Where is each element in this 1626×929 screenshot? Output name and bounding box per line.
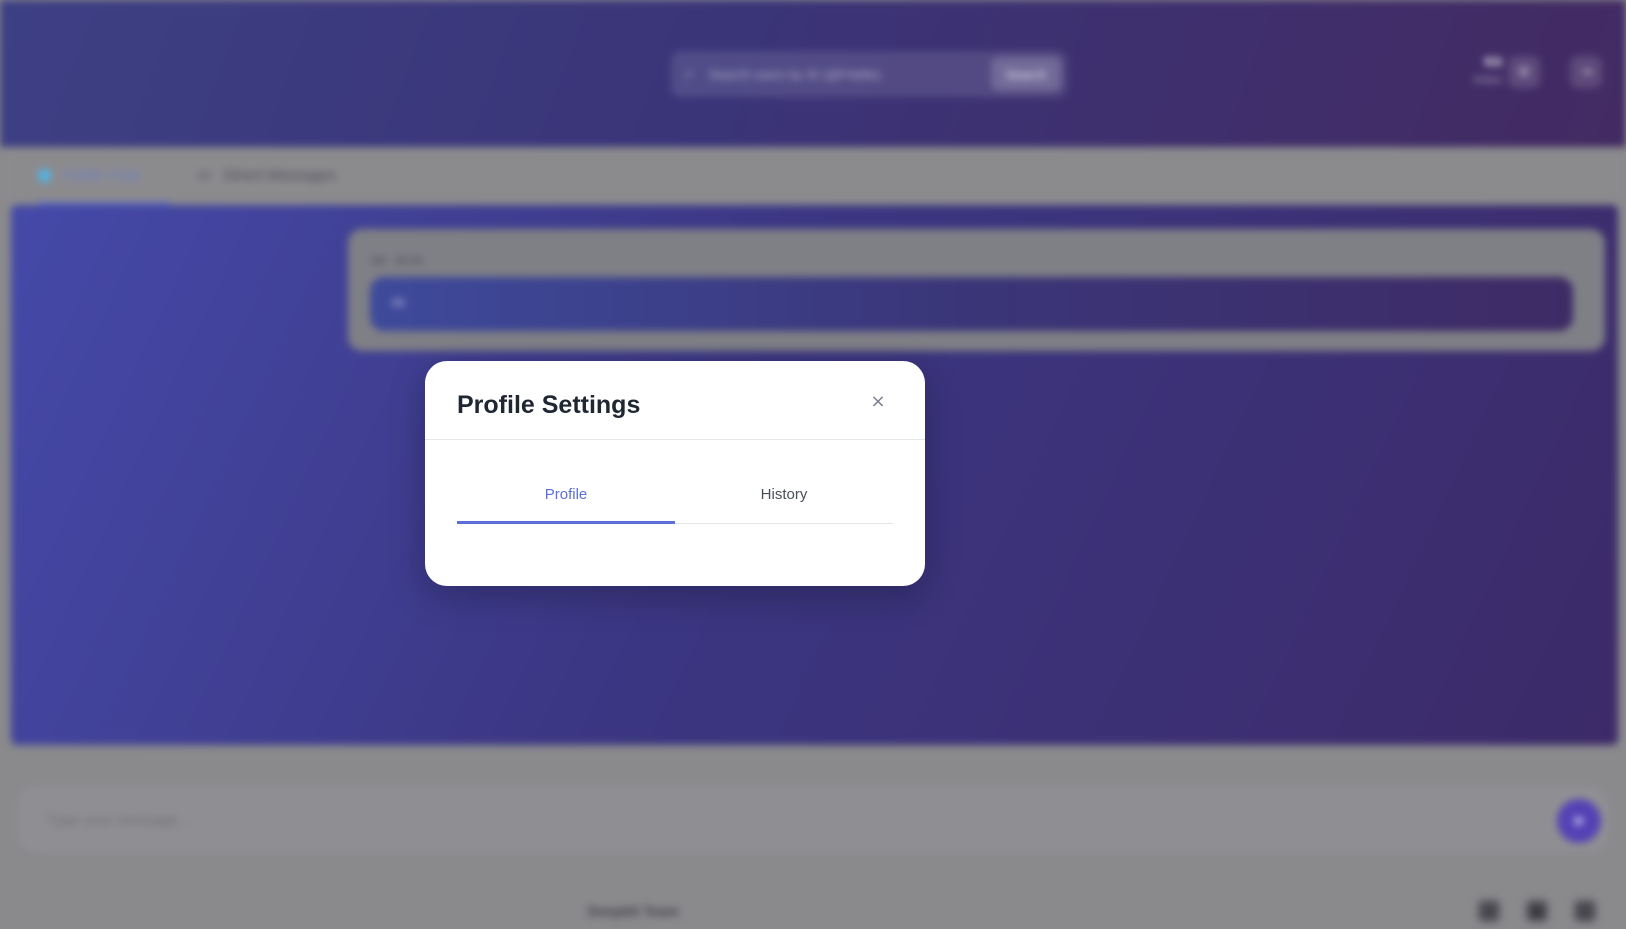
tab-label: Direct Messages <box>224 167 336 184</box>
message-card: Kit · 10:14 Hi <box>348 229 1605 351</box>
tab-history[interactable]: History <box>675 479 893 524</box>
modal-title: Profile Settings <box>457 391 641 419</box>
search-input[interactable] <box>709 63 949 85</box>
gear-icon: ⚙ <box>1518 64 1530 79</box>
tab-profile[interactable]: Profile <box>457 479 675 524</box>
footer-link-icon[interactable]: ● <box>1478 900 1500 922</box>
message-input[interactable] <box>47 809 947 831</box>
logout-icon: ⇥ <box>1580 64 1592 79</box>
user-name: Kit <box>1484 54 1502 69</box>
footer-credit: Deepbit Team <box>588 903 679 919</box>
globe-icon <box>38 169 51 182</box>
tab-label: History <box>760 486 808 503</box>
send-button[interactable]: ➤ <box>1557 799 1601 843</box>
chat-tabs: Public Chat ✉ Direct Messages <box>0 147 1626 205</box>
message-bubble: Hi <box>370 277 1573 331</box>
tab-label: Profile <box>544 486 588 503</box>
close-icon: × <box>870 391 886 412</box>
message-text: Hi <box>392 295 405 310</box>
footer-mail-icon[interactable]: ▣ <box>1526 900 1548 922</box>
user-info: Kit Online <box>1440 54 1502 86</box>
tab-label: Public Chat <box>63 167 140 184</box>
search-button[interactable]: Search <box>991 57 1061 91</box>
user-status: Online <box>1473 75 1502 86</box>
footer-github-icon[interactable]: ◎ <box>1574 900 1596 922</box>
message-composer: ➤ <box>17 785 1609 853</box>
modal-divider <box>425 439 925 440</box>
tab-direct-messages[interactable]: ✉ Direct Messages <box>198 167 368 205</box>
tab-public-chat[interactable]: Public Chat <box>38 167 170 205</box>
search-bar: ⌕ Search <box>671 51 1067 97</box>
send-icon: ➤ <box>1572 813 1586 830</box>
app-header: ⌕ Search Kit Online ⚙ ⇥ <box>0 0 1626 147</box>
search-icon: ⌕ <box>685 65 693 81</box>
settings-button[interactable]: ⚙ <box>1508 56 1540 88</box>
modal-tabs: Profile History <box>457 479 893 524</box>
close-button[interactable]: × <box>867 391 889 413</box>
logout-button[interactable]: ⇥ <box>1570 56 1602 88</box>
chat-bubble-icon: ✉ <box>198 168 211 185</box>
profile-settings-modal: Profile Settings × Profile History <box>425 361 925 586</box>
message-meta: Kit · 10:14 <box>372 255 423 267</box>
